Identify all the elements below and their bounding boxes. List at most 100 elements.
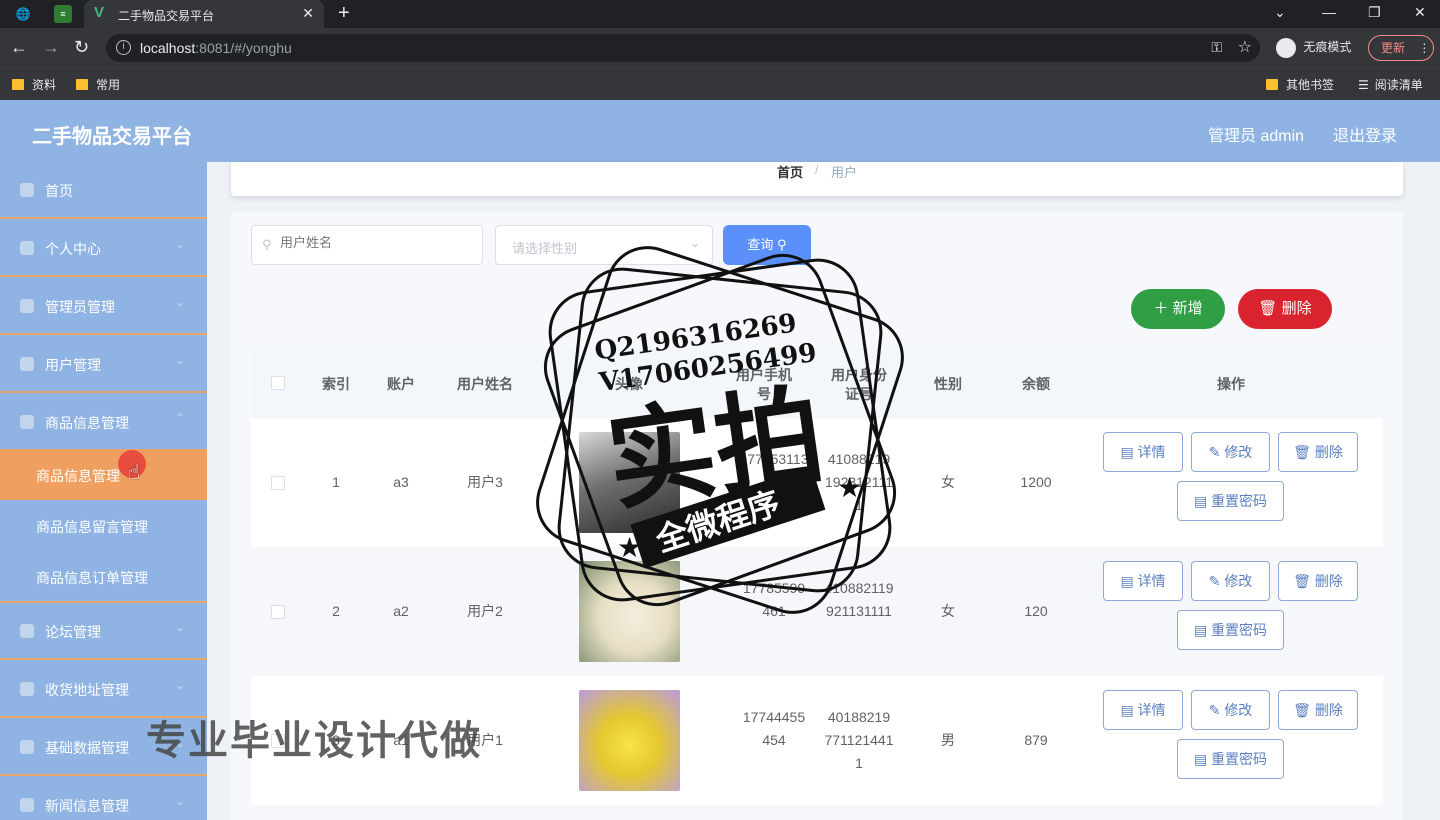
name-search-field[interactable]: ⚲ bbox=[251, 225, 483, 265]
folder-icon bbox=[12, 79, 24, 90]
reading-list[interactable]: ☰ 阅读清单 bbox=[1358, 76, 1423, 93]
add-button[interactable]: ＋ 新增 bbox=[1131, 289, 1225, 329]
name-search-input[interactable] bbox=[280, 235, 470, 250]
chevron-down-icon: ⌄ bbox=[174, 237, 185, 251]
edit-icon: ✎ bbox=[1208, 702, 1221, 718]
header-balance: 余额 bbox=[1022, 376, 1050, 392]
address-icon bbox=[20, 682, 34, 696]
sidebar-item-users[interactable]: 用户管理 ⌄ bbox=[0, 336, 207, 393]
document-icon: ▤ bbox=[1120, 573, 1134, 589]
tab-close-icon[interactable]: ✕ bbox=[302, 5, 314, 22]
app-tab-icon[interactable]: ≡ bbox=[54, 5, 72, 23]
address-bar: ← → ↻ i localhost:8081/#/yonghu ⚿ ☆ 无痕模式… bbox=[0, 28, 1440, 68]
incognito-indicator[interactable]: 无痕模式 bbox=[1276, 38, 1351, 58]
globe-icon[interactable]: 🌐 bbox=[14, 5, 32, 23]
sidebar-item-news[interactable]: 新闻信息管理 ⌄ bbox=[0, 777, 207, 820]
edit-icon: ✎ bbox=[1208, 444, 1221, 460]
header-phone: 用户手机号 bbox=[736, 367, 792, 402]
document-icon: ▤ bbox=[1120, 444, 1134, 460]
users-icon bbox=[20, 357, 34, 371]
reset-password-button[interactable]: ▤ 重置密码 bbox=[1177, 610, 1284, 650]
breadcrumb-home[interactable]: 首页 bbox=[777, 162, 803, 181]
cell-phone: 17785599461 bbox=[742, 580, 806, 619]
reset-password-button[interactable]: ▤ 重置密码 bbox=[1177, 739, 1284, 779]
header-gender: 性别 bbox=[934, 376, 962, 392]
row-checkbox[interactable] bbox=[271, 476, 285, 490]
header-avatar: 头像 bbox=[615, 376, 643, 392]
menu-dots-icon[interactable]: ⋮ bbox=[1418, 41, 1430, 55]
query-button[interactable]: 查询 ⚲ bbox=[723, 225, 811, 265]
header-account: 账户 bbox=[387, 376, 415, 392]
delete-button[interactable]: 🗑 删除 bbox=[1278, 690, 1358, 730]
sidebar-sub-goods[interactable]: 商品信息管理 bbox=[0, 449, 207, 500]
url-text[interactable]: localhost:8081/#/yonghu bbox=[140, 40, 292, 56]
maximize-icon[interactable]: ❐ bbox=[1368, 4, 1381, 21]
row-checkbox[interactable] bbox=[271, 605, 285, 619]
browser-tab-active[interactable]: V 二手物品交易平台 ✕ bbox=[84, 0, 324, 28]
minimize-icon[interactable]: — bbox=[1322, 4, 1336, 20]
bookmark-star-icon[interactable]: ☆ bbox=[1238, 37, 1252, 57]
reset-password-button[interactable]: ▤ 重置密码 bbox=[1177, 481, 1284, 521]
back-icon[interactable]: ← bbox=[10, 37, 28, 58]
table-row: 1 a3 用户3 17785311331 410882191923121111 … bbox=[251, 418, 1383, 547]
sidebar-sub-goods-comments[interactable]: 商品信息留言管理 bbox=[0, 500, 207, 551]
cell-balance: 120 bbox=[1024, 603, 1048, 619]
bookmark-folder-changyong[interactable]: 常用 bbox=[76, 76, 120, 93]
password-key-icon[interactable]: ⚿ bbox=[1211, 39, 1222, 56]
cell-name: 用户3 bbox=[467, 474, 503, 490]
folder-icon bbox=[1266, 79, 1278, 90]
update-button[interactable]: 更新 ⋮ bbox=[1368, 35, 1434, 61]
batch-delete-button[interactable]: 🗑 删除 bbox=[1238, 289, 1332, 329]
vue-logo-icon: V bbox=[94, 4, 105, 21]
avatar-image bbox=[579, 561, 680, 662]
data-icon bbox=[20, 740, 34, 754]
cell-gender: 女 bbox=[941, 603, 955, 619]
user-icon bbox=[20, 241, 34, 255]
bookmark-folder-other[interactable]: 其他书签 bbox=[1266, 76, 1334, 93]
close-window-icon[interactable]: ✕ bbox=[1414, 4, 1426, 21]
sidebar-item-profile[interactable]: 个人中心 ⌄ bbox=[0, 220, 207, 277]
chevron-down-icon: ⌄ bbox=[174, 353, 185, 367]
cell-phone: 17785311331 bbox=[739, 451, 809, 490]
app-header: 二手物品交易平台 管理员 admin 退出登录 bbox=[0, 100, 1440, 162]
sidebar-item-admin[interactable]: 管理员管理 ⌄ bbox=[0, 278, 207, 335]
sidebar-sub-goods-orders[interactable]: 商品信息订单管理 bbox=[0, 551, 207, 603]
edit-button[interactable]: ✎ 修改 bbox=[1191, 690, 1270, 730]
trash-icon: 🗑 bbox=[1293, 444, 1311, 460]
select-all-checkbox[interactable] bbox=[271, 376, 285, 390]
delete-button[interactable]: 🗑 删除 bbox=[1278, 561, 1358, 601]
detail-button[interactable]: ▤ 详情 bbox=[1103, 561, 1183, 601]
reload-icon[interactable]: ↻ bbox=[74, 37, 89, 58]
sidebar-item-home[interactable]: 首页 bbox=[0, 162, 207, 219]
table-header: 索引 账户 用户姓名 头像 用户手机号 用户身份证号 性别 余额 操作 bbox=[251, 348, 1383, 418]
tab-search-icon[interactable]: ⌄ bbox=[1274, 4, 1286, 21]
new-tab-icon[interactable]: + bbox=[338, 2, 350, 25]
cell-index: 1 bbox=[332, 474, 340, 490]
bookmark-folder-ziliao[interactable]: 资料 bbox=[12, 76, 56, 93]
tab-title: 二手物品交易平台 bbox=[118, 9, 215, 23]
site-info-icon[interactable]: i bbox=[116, 40, 131, 55]
chevron-down-icon: ⌄ bbox=[689, 236, 700, 250]
chevron-down-icon: ⌄ bbox=[174, 295, 185, 309]
cell-idcard: 401882197711214411 bbox=[824, 709, 894, 771]
delete-button[interactable]: 🗑 删除 bbox=[1278, 432, 1358, 472]
plus-icon: ＋ bbox=[1153, 300, 1169, 317]
breadcrumb-current: 用户 bbox=[831, 165, 858, 180]
sidebar-item-goods[interactable]: 商品信息管理 ⌃ bbox=[0, 394, 207, 451]
cell-idcard: 410882191923121111 bbox=[825, 451, 893, 513]
sidebar-item-forum[interactable]: 论坛管理 ⌄ bbox=[0, 603, 207, 660]
edit-button[interactable]: ✎ 修改 bbox=[1191, 561, 1270, 601]
detail-button[interactable]: ▤ 详情 bbox=[1103, 432, 1183, 472]
logout-link[interactable]: 退出登录 bbox=[1333, 122, 1397, 146]
edit-button[interactable]: ✎ 修改 bbox=[1191, 432, 1270, 472]
gender-select[interactable]: 请选择性别 ⌄ bbox=[495, 225, 713, 265]
avatar-image bbox=[579, 432, 680, 533]
trash-icon: 🗑 bbox=[1293, 573, 1311, 589]
cell-phone: 17744455454 bbox=[742, 709, 806, 748]
header-index: 索引 bbox=[322, 376, 350, 392]
detail-button[interactable]: ▤ 详情 bbox=[1103, 690, 1183, 730]
reading-list-icon: ☰ bbox=[1358, 78, 1369, 92]
url-box[interactable]: i localhost:8081/#/yonghu ⚿ ☆ bbox=[106, 34, 1260, 62]
forward-icon[interactable]: → bbox=[42, 37, 60, 58]
breadcrumb: 首页 / 用户 bbox=[231, 162, 1403, 196]
